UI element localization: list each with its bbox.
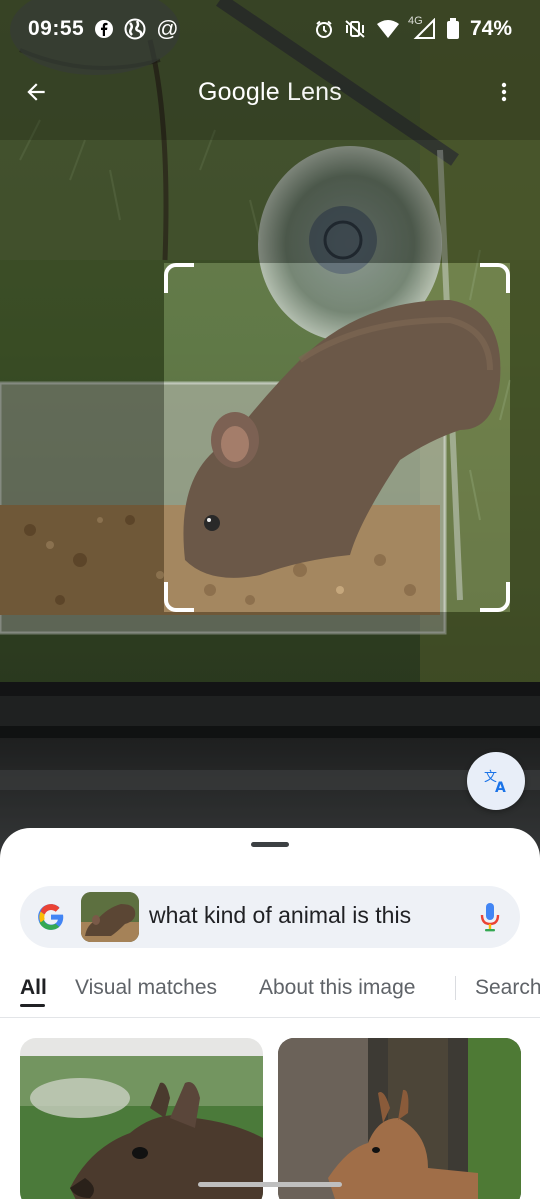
selection-corner-top-right[interactable] xyxy=(480,263,510,293)
signal-icon xyxy=(413,18,435,39)
battery-icon xyxy=(446,18,459,39)
active-tab-indicator xyxy=(20,1004,45,1007)
vibrate-off-icon xyxy=(345,20,365,38)
gesture-navigation-bar[interactable] xyxy=(198,1182,342,1187)
selection-corner-top-left[interactable] xyxy=(164,263,194,293)
selection-frame[interactable] xyxy=(164,263,510,612)
wifi-icon xyxy=(376,20,399,38)
translate-icon: 文 A xyxy=(484,770,506,795)
status-right: 4G 74% xyxy=(314,15,512,41)
query-thumbnail-illustration xyxy=(81,892,139,942)
drag-handle[interactable] xyxy=(251,842,289,847)
result-image-deer xyxy=(20,1038,263,1199)
status-time: 09:55 xyxy=(28,17,85,40)
facebook-icon xyxy=(95,20,114,38)
more-options-button[interactable] xyxy=(486,74,522,110)
translate-button[interactable]: 文 A xyxy=(467,752,525,810)
app-title: Google Lens xyxy=(198,78,342,107)
tab-search[interactable]: Search xyxy=(475,976,540,1000)
svg-text:A: A xyxy=(495,780,506,795)
selection-corner-bottom-right[interactable] xyxy=(480,582,510,612)
status-bar: 09:55 @ 4G 74% xyxy=(0,0,540,58)
app-bar: Google Lens xyxy=(0,60,540,124)
app-title-sub: Lens xyxy=(279,77,342,106)
globe-icon xyxy=(124,18,146,40)
arrow-back-icon xyxy=(27,83,45,101)
search-query-text[interactable]: what kind of animal is this xyxy=(149,902,411,929)
status-left: 09:55 @ xyxy=(28,17,179,41)
result-card[interactable] xyxy=(20,1038,263,1199)
results-tabs: All Visual matches About this image Sear… xyxy=(0,968,540,1018)
result-image-deer-forest xyxy=(278,1038,521,1199)
results-sheet[interactable]: what kind of animal is this All Visual m… xyxy=(0,828,540,1199)
tab-all[interactable]: All xyxy=(20,976,47,1000)
tab-visual-matches[interactable]: Visual matches xyxy=(75,976,217,1000)
tab-separator xyxy=(455,976,456,1000)
google-g-icon xyxy=(38,904,64,930)
alarm-icon xyxy=(315,20,332,38)
query-image-thumbnail[interactable] xyxy=(81,892,139,942)
lens-screen: 09:55 @ 4G 74% Google Lens 文 A what kind… xyxy=(0,0,540,1199)
back-button[interactable] xyxy=(18,74,54,110)
selection-corner-bottom-left[interactable] xyxy=(164,582,194,612)
search-box[interactable]: what kind of animal is this xyxy=(20,886,520,948)
tab-about-this-image[interactable]: About this image xyxy=(259,976,415,1000)
mic-icon[interactable] xyxy=(478,902,502,932)
network-4g-icon: 4G xyxy=(408,15,436,40)
more-vert-icon xyxy=(501,82,507,102)
at-icon: @ xyxy=(156,16,179,41)
battery-percent: 74% xyxy=(469,17,512,40)
app-title-main: Google xyxy=(198,77,280,106)
result-card[interactable] xyxy=(278,1038,521,1199)
